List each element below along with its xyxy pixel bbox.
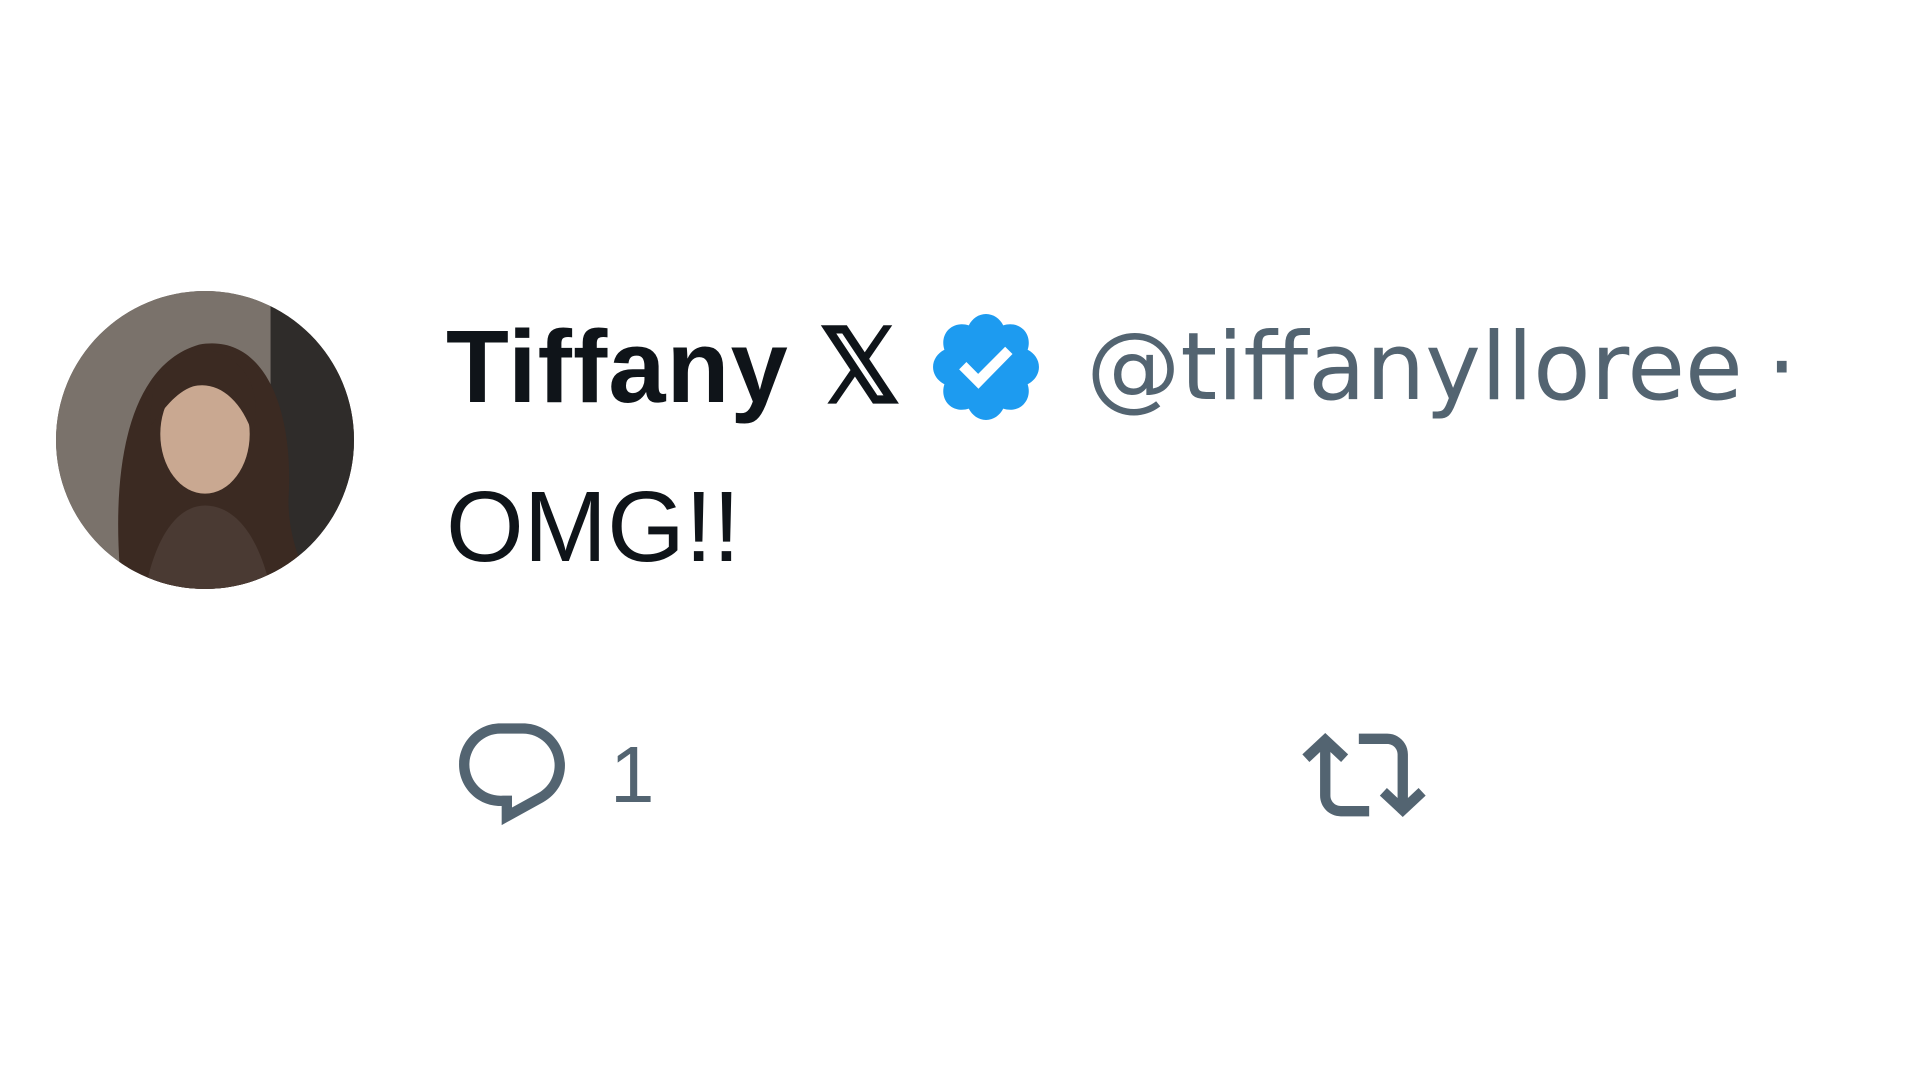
retweet-button[interactable]	[1302, 710, 1426, 840]
tweet: Tiffany 𝕏 @tiffanylloree · OMG!! 1	[0, 0, 1920, 1080]
tweet-actions: 1	[446, 710, 1846, 840]
user-handle[interactable]: @tiffanylloree	[1086, 313, 1743, 422]
avatar[interactable]	[56, 291, 354, 589]
tweet-text: OMG!!	[446, 471, 741, 583]
profile-photo	[56, 291, 354, 589]
verified-badge-icon[interactable]	[924, 305, 1048, 429]
display-name[interactable]: Tiffany 𝕏	[446, 307, 902, 427]
reply-button[interactable]: 1	[450, 710, 655, 840]
retweet-icon	[1302, 733, 1426, 817]
header-separator: ·	[1766, 312, 1797, 422]
tweet-header: Tiffany 𝕏 @tiffanylloree ·	[446, 309, 1797, 424]
reply-icon	[459, 723, 565, 826]
reply-count: 1	[610, 730, 655, 819]
